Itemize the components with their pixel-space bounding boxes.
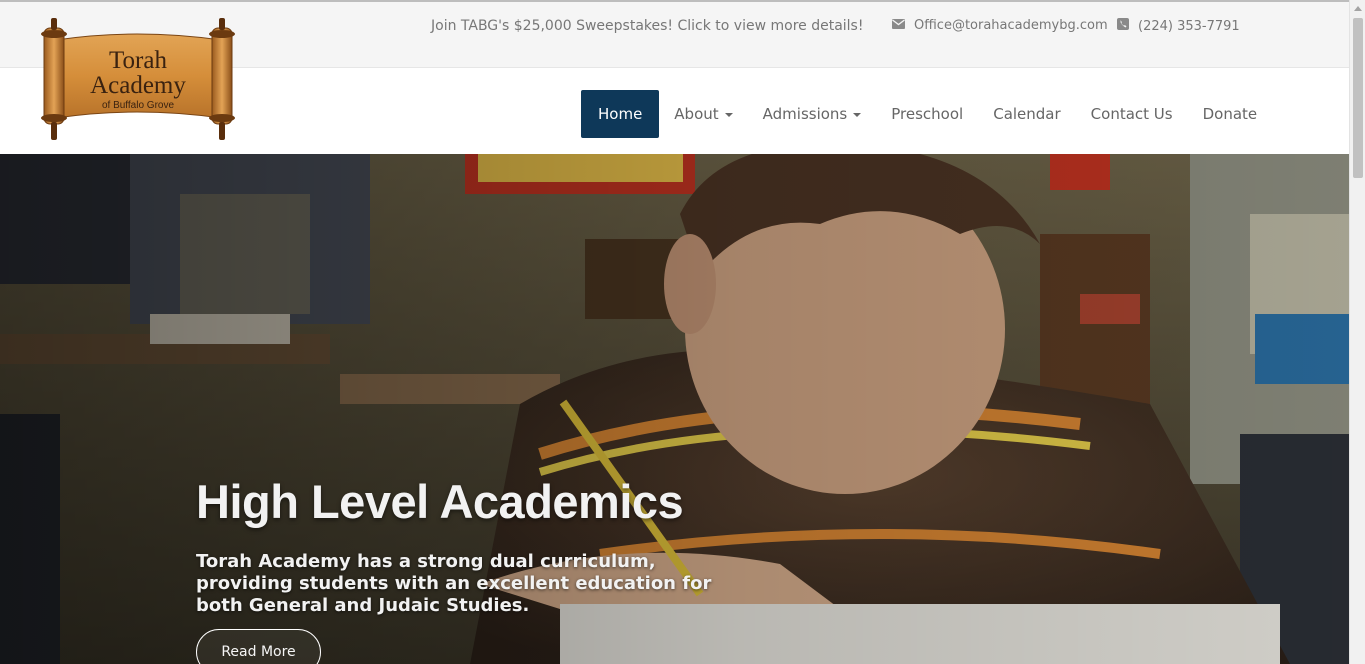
scroll-up-arrow-icon[interactable] — [1354, 6, 1362, 11]
nav-calendar-label: Calendar — [993, 105, 1061, 123]
email-address[interactable]: Office@torahacademybg.com — [914, 18, 1108, 33]
scrollbar-thumb[interactable] — [1353, 18, 1363, 178]
sweepstakes-link[interactable]: Join TABG's $25,000 Sweepstakes! Click t… — [431, 18, 863, 34]
envelope-icon — [892, 18, 905, 33]
page-scrollbar[interactable] — [1349, 0, 1365, 664]
read-more-button[interactable]: Read More — [196, 629, 321, 664]
logo-line-torah: Torah — [109, 47, 167, 74]
phone-icon — [1117, 18, 1129, 34]
caret-down-icon — [724, 113, 733, 117]
logo-line-academy: Academy — [90, 72, 186, 99]
nav-admissions[interactable]: Admissions — [748, 90, 877, 138]
nav-contact-us[interactable]: Contact Us — [1076, 90, 1188, 138]
hero-slider: High Level Academics Torah Academy has a… — [0, 154, 1349, 664]
nav-donate[interactable]: Donate — [1188, 90, 1273, 138]
hero-description: Torah Academy has a strong dual curricul… — [196, 551, 712, 616]
main-nav: Home About Admissions Preschool Calendar… — [581, 90, 1272, 138]
phone-number[interactable]: (224) 353-7791 — [1138, 19, 1240, 34]
nav-about[interactable]: About — [659, 90, 747, 138]
nav-about-label: About — [674, 105, 719, 123]
nav-home[interactable]: Home — [581, 90, 660, 138]
nav-admissions-label: Admissions — [762, 105, 848, 123]
nav-preschool[interactable]: Preschool — [876, 90, 978, 138]
logo-line-location: of Buffalo Grove — [102, 100, 175, 111]
nav-home-label: Home — [598, 105, 643, 123]
torah-scroll-logo: Torah Academy of Buffalo Grove — [41, 18, 235, 140]
nav-calendar[interactable]: Calendar — [978, 90, 1075, 138]
nav-donate-label: Donate — [1202, 105, 1258, 123]
site-logo[interactable]: Torah Academy of Buffalo Grove — [26, 18, 250, 144]
phone-contact[interactable]: (224) 353-7791 — [1117, 18, 1240, 34]
hero-title: High Level Academics — [196, 475, 684, 528]
nav-contact-us-label: Contact Us — [1090, 105, 1173, 123]
caret-down-icon — [853, 113, 862, 117]
nav-preschool-label: Preschool — [891, 105, 964, 123]
email-contact[interactable]: Office@torahacademybg.com — [892, 18, 1108, 33]
